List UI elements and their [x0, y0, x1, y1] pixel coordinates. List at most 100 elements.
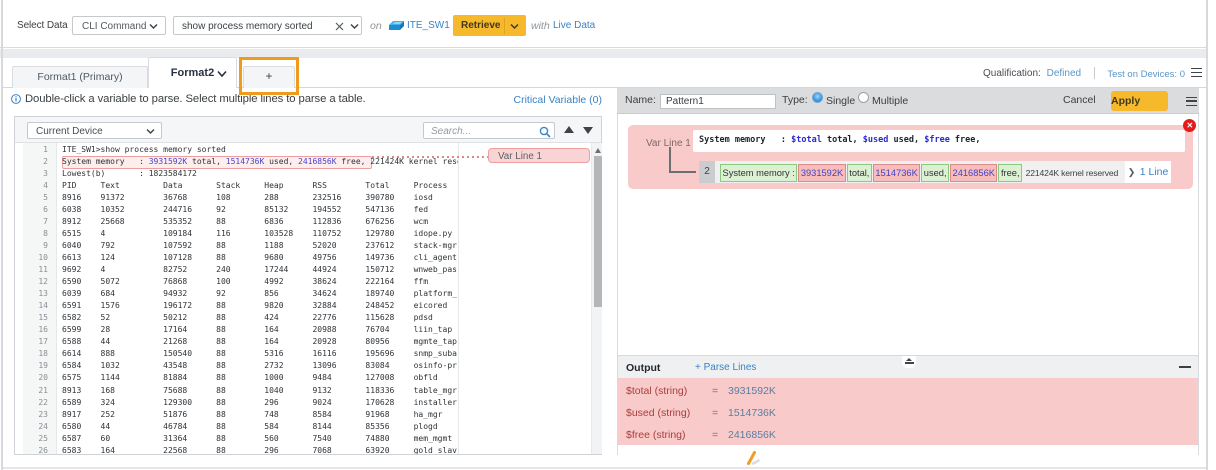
- eject-bar: [905, 362, 914, 364]
- terminal-line[interactable]: 6591 1576 196172 88 9820 32884 248452 ei…: [62, 300, 447, 312]
- terminal-output[interactable]: ITE_SW1>show process memory sortedSystem…: [58, 143, 458, 454]
- expand-lines-button[interactable]: ❯ 1 Line: [1125, 161, 1171, 183]
- terminal-line[interactable]: 6584 1032 43548 88 2732 13096 83084 osin…: [62, 360, 457, 372]
- terminal-line[interactable]: 6589 324 129300 88 296 9024 170628 insta…: [62, 397, 457, 409]
- chevron-down-icon: [146, 128, 155, 135]
- terminal-line[interactable]: 6590 5072 76868 100 4992 38624 222164 ff…: [62, 276, 428, 288]
- line-number: 22: [38, 397, 48, 409]
- search-icon[interactable]: [539, 126, 551, 138]
- window-left-border: [1, 0, 3, 470]
- terminal-line[interactable]: 9692 4 82752 240 17244 44924 150712 wnwe…: [62, 264, 457, 276]
- apply-button[interactable]: Apply: [1111, 91, 1168, 111]
- match-segment-lit[interactable]: free,: [998, 164, 1022, 182]
- terminal-line[interactable]: 8916 91372 36768 108 288 232516 390780 i…: [62, 192, 433, 204]
- terminal-line[interactable]: 8917 252 51876 88 748 8584 91968 ha_mgr: [62, 409, 443, 421]
- chevron-down-icon[interactable]: [510, 23, 519, 30]
- data-type-value: CLI Command: [82, 21, 146, 32]
- terminal-line[interactable]: ITE_SW1>show process memory sorted: [62, 144, 226, 156]
- terminal-line[interactable]: 6039 684 94932 92 856 34624 189740 platf…: [62, 288, 457, 300]
- line-number: 18: [38, 348, 48, 360]
- menu-icon[interactable]: [1191, 68, 1202, 77]
- line-number: 6: [43, 204, 48, 216]
- terminal-line[interactable]: 6038 10352 244716 92 85132 194552 547136…: [62, 204, 428, 216]
- pattern-name-input[interactable]: Pattern1: [660, 94, 776, 109]
- live-data-link[interactable]: Live Data: [553, 20, 595, 31]
- line-number: 10: [38, 252, 48, 264]
- terminal-line[interactable]: 6587 60 31364 88 560 7540 74880 mem_mgmt: [62, 433, 452, 445]
- radio-multiple[interactable]: [858, 92, 869, 103]
- pattern-variable-box: ✕ Var Line 1 System memory : $total tota…: [628, 125, 1193, 189]
- scrollbar-thumb[interactable]: [594, 156, 602, 307]
- match-segment-lit[interactable]: System memory :: [720, 164, 797, 182]
- pattern-panel-body: ✕ Var Line 1 System memory : $total tota…: [617, 114, 1199, 455]
- var-line-badge[interactable]: Var Line 1: [488, 148, 590, 163]
- search-input[interactable]: Search...: [423, 122, 555, 140]
- match-segment-plain[interactable]: 221424K kernel reserved: [1023, 164, 1121, 182]
- match-segment-var[interactable]: 1514736K: [873, 164, 920, 182]
- terminal-line[interactable]: 6614 888 150540 88 5316 16116 195696 snm…: [62, 348, 457, 360]
- clear-icon[interactable]: [335, 22, 344, 31]
- line-number: 3: [43, 168, 48, 180]
- match-segment-lit[interactable]: used,: [921, 164, 949, 182]
- pattern-menu-icon[interactable]: [1186, 97, 1197, 106]
- pattern-input[interactable]: System memory : $total total, $used used…: [693, 130, 1185, 152]
- match-segment-var[interactable]: 2416856K: [950, 164, 997, 182]
- terminal-line[interactable]: 6582 52 50212 88 424 22776 115628 pdsd: [62, 312, 433, 324]
- terminal-line[interactable]: 6613 124 107128 88 9680 49756 149736 cli…: [62, 252, 457, 264]
- match-segment-var[interactable]: 3931592K: [798, 164, 845, 182]
- prev-match-button[interactable]: [564, 126, 574, 133]
- pattern-text: System memory : $total total, $used used…: [699, 135, 981, 145]
- cancel-button[interactable]: Cancel: [1063, 94, 1096, 106]
- device-name-link[interactable]: ITE_SW1: [407, 20, 450, 31]
- name-label: Name:: [625, 94, 656, 106]
- output-header-bar: Output + Parse Lines: [618, 355, 1198, 378]
- line-number: 4: [43, 180, 48, 192]
- tab-format1[interactable]: Format1 (Primary): [12, 66, 148, 88]
- match-segment-lit[interactable]: total,: [847, 164, 872, 182]
- chevron-down-icon[interactable]: [217, 70, 227, 78]
- var-connector-line: [372, 156, 489, 158]
- terminal-line[interactable]: 8912 25668 535352 88 6836 112836 676256 …: [62, 216, 428, 228]
- output-var-name: $total (string): [626, 385, 687, 397]
- parse-lines-button[interactable]: + Parse Lines: [695, 362, 756, 373]
- qualification-value-link[interactable]: Defined: [1047, 68, 1081, 79]
- connector-vertical: [669, 147, 671, 172]
- terminal-line[interactable]: 6599 28 17164 88 164 20988 76704 liin_ta…: [62, 324, 452, 336]
- tab-format2[interactable]: Format2: [148, 57, 237, 88]
- retrieve-button[interactable]: Retrieve: [453, 15, 526, 36]
- close-icon[interactable]: ✕: [1183, 119, 1196, 132]
- collapse-handle-icon[interactable]: [902, 356, 916, 368]
- terminal-line[interactable]: PID Text Data Stack Heap RSS Total Proce…: [62, 180, 447, 192]
- line-number: 15: [38, 312, 48, 324]
- chevron-down-icon[interactable]: [350, 23, 359, 30]
- terminal-line[interactable]: 6575 1144 81884 88 1000 9484 127008 obfl…: [62, 372, 438, 384]
- data-type-select[interactable]: CLI Command: [72, 16, 166, 35]
- radio-single[interactable]: [812, 92, 823, 103]
- device-filter-select[interactable]: Current Device: [27, 122, 162, 140]
- minimize-icon[interactable]: [1179, 366, 1191, 368]
- terminal-line[interactable]: 6040 792 107592 88 1188 52020 237612 sta…: [62, 240, 457, 252]
- output-var-value: 3931592K: [728, 385, 776, 397]
- terminal-line[interactable]: 6588 44 21268 88 164 20928 80956 mgmte_t…: [62, 336, 457, 348]
- card-bottom-border: [3, 467, 1206, 469]
- scroll-up-arrow[interactable]: [595, 148, 601, 153]
- terminal-scrollbar[interactable]: [591, 143, 602, 454]
- terminal-line[interactable]: 6580 44 46784 88 584 8144 85356 plogd: [62, 421, 438, 433]
- terminal-line[interactable]: Lowest(b) : 1823584172: [62, 168, 197, 180]
- terminal-line[interactable]: 6515 4 109184 116 103528 110752 129780 i…: [62, 228, 452, 240]
- device-icon: [389, 21, 404, 31]
- critical-variable-link[interactable]: Critical Variable (0): [460, 94, 602, 106]
- matched-line-number-label: 2: [699, 161, 715, 183]
- select-data-label: Select Data: [17, 20, 68, 31]
- output-row: $free (string)=2416856K: [626, 429, 686, 443]
- command-combobox[interactable]: show process memory sorted: [173, 16, 362, 35]
- next-match-button[interactable]: [583, 127, 593, 134]
- code-area-border: [458, 143, 459, 454]
- hint-text: Double-click a variable to parse. Select…: [25, 93, 366, 105]
- test-on-devices-link[interactable]: Test on Devices: 0: [1107, 69, 1185, 80]
- terminal-line[interactable]: 6583 164 22568 88 296 7068 63920 gold_sl…: [62, 445, 457, 454]
- tab-format2-label: Format2: [171, 67, 214, 79]
- pattern-name-value: Pattern1: [666, 96, 704, 107]
- line-number: 13: [38, 288, 48, 300]
- terminal-line[interactable]: 8913 168 75688 88 1040 9132 118336 table…: [62, 385, 457, 397]
